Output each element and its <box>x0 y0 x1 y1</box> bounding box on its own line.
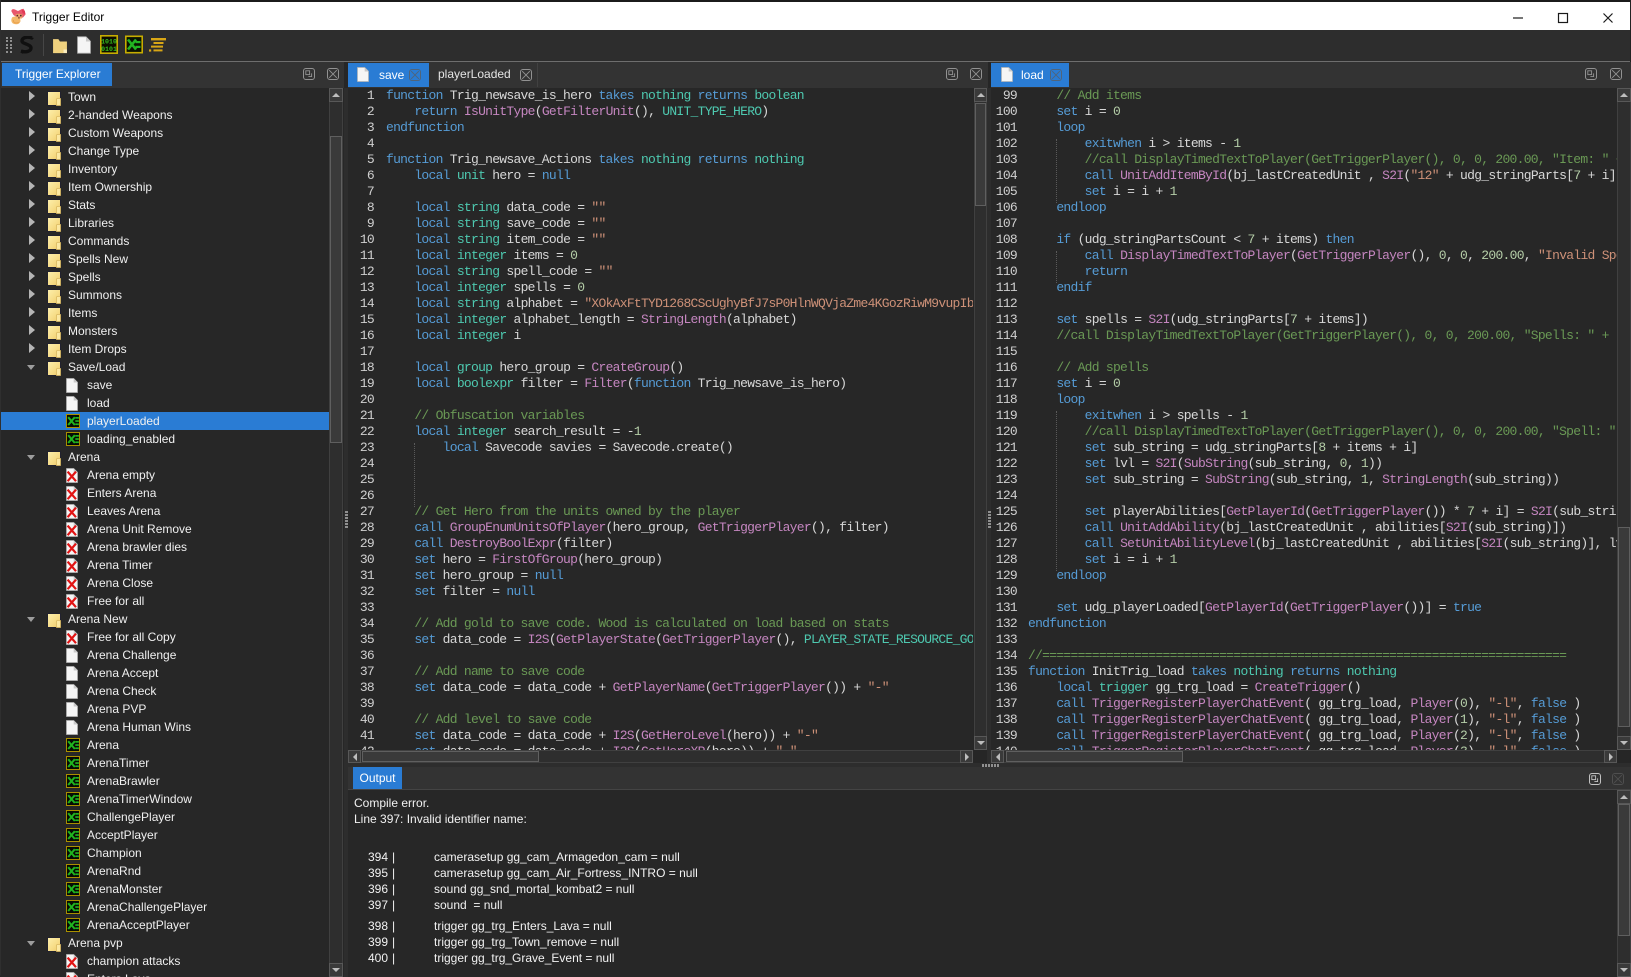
svg-text:1010: 1010 <box>101 39 117 46</box>
svg-text:0101: 0101 <box>101 46 117 53</box>
